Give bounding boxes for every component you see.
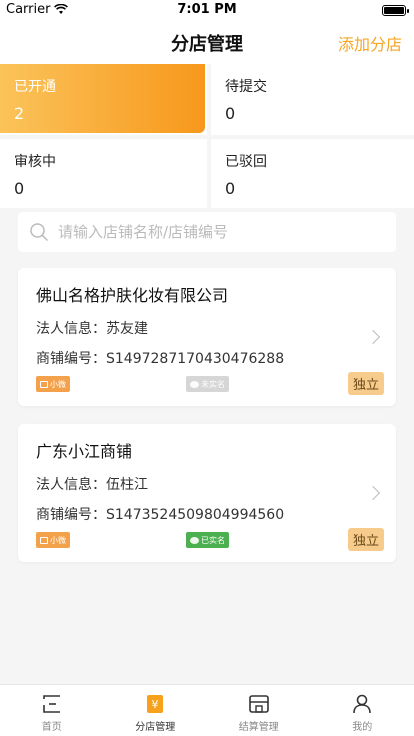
store-card[interactable]: 佛山名格护肤化妆有限公司 法人信息：苏友建 商铺编号：S149728717043… xyxy=(18,268,396,406)
legal-info-row: 法人信息：伍柱江 xyxy=(36,474,378,494)
stat-count: 0 xyxy=(225,179,236,198)
battery-icon xyxy=(382,5,409,16)
merchant-type-tag: 小微 xyxy=(36,532,70,548)
tab-label: 分店管理 xyxy=(135,722,176,733)
tab-label: 首页 xyxy=(41,722,62,733)
stat-label: 待提交 xyxy=(225,79,267,95)
legal-label: 法人信息： xyxy=(36,321,106,337)
stat-count: 0 xyxy=(14,179,25,198)
tab-settlement-management[interactable]: 结算管理 xyxy=(207,685,311,736)
stat-rejected[interactable]: 已驳回 0 xyxy=(207,135,414,208)
legal-label: 法人信息： xyxy=(36,477,106,493)
store-name: 广东小江商铺 xyxy=(36,442,133,461)
tab-home[interactable]: 首页 xyxy=(0,685,104,736)
merchant-type-tag: 小微 xyxy=(36,376,70,392)
branch-store-icon: ¥ xyxy=(147,695,164,713)
store-id-label: 商铺编号： xyxy=(36,351,106,367)
stat-label: 已开通 xyxy=(14,79,56,95)
legal-value: 伍柱江 xyxy=(106,477,148,493)
store-id-row: 商铺编号：S1497287170430476288 xyxy=(36,348,378,368)
search-input[interactable] xyxy=(58,223,396,241)
store-id-label: 商铺编号： xyxy=(36,507,106,523)
tab-label: 结算管理 xyxy=(238,722,279,733)
tab-bar: 首页 ¥ 分店管理 结算管理 我的 xyxy=(0,684,414,736)
store-card[interactable]: 广东小江商铺 法人信息：伍柱江 商铺编号：S147352450980499456… xyxy=(18,424,396,562)
independent-badge: 独立 xyxy=(347,528,384,551)
tab-profile[interactable]: 我的 xyxy=(311,685,414,736)
shop-icon xyxy=(40,536,48,544)
store-name: 佛山名格护肤化妆有限公司 xyxy=(36,286,229,305)
svg-text:¥: ¥ xyxy=(152,698,159,711)
stat-label: 已驳回 xyxy=(225,154,267,170)
profile-icon xyxy=(353,694,372,714)
store-id-value: S1497287170430476288 xyxy=(106,351,285,367)
verification-tag: 未实名 xyxy=(186,376,229,392)
navigation-bar: 分店管理 添加分店 xyxy=(0,20,414,64)
tab-branch-management[interactable]: ¥ 分店管理 xyxy=(104,685,208,736)
stat-count: 0 xyxy=(225,104,236,123)
add-branch-button[interactable]: 添加分店 xyxy=(338,31,402,55)
legal-info-row: 法人信息：苏友建 xyxy=(36,318,378,338)
status-bar: Carrier 7:01 PM xyxy=(0,0,414,20)
search-box[interactable] xyxy=(18,212,396,252)
stat-label: 审核中 xyxy=(14,154,56,170)
wechat-icon xyxy=(190,536,199,544)
clock: 7:01 PM xyxy=(177,2,237,17)
wechat-icon xyxy=(190,380,199,388)
status-summary: 已开通 2 待提交 0 审核中 0 已驳回 0 xyxy=(0,64,414,208)
verification-tag: 已实名 xyxy=(186,532,229,548)
settlement-store-icon xyxy=(248,695,269,713)
tag-row: 小微 已实名 独立 xyxy=(36,528,384,551)
store-list: 佛山名格护肤化妆有限公司 法人信息：苏友建 商铺编号：S149728717043… xyxy=(0,252,414,562)
verification-label: 未实名 xyxy=(201,379,225,389)
shop-icon xyxy=(40,380,48,388)
stat-count: 2 xyxy=(14,104,25,123)
search-icon xyxy=(30,223,48,241)
store-id-row: 商铺编号：S1473524509804994560 xyxy=(36,504,378,524)
tab-label: 我的 xyxy=(352,722,373,733)
tag-row: 小微 未实名 独立 xyxy=(36,372,384,395)
stat-under-review[interactable]: 审核中 0 xyxy=(0,135,207,208)
stat-pending-submit[interactable]: 待提交 0 xyxy=(207,64,414,135)
stat-activated[interactable]: 已开通 2 xyxy=(0,64,205,133)
home-icon xyxy=(42,695,60,713)
merchant-type-label: 小微 xyxy=(50,379,66,389)
verification-label: 已实名 xyxy=(201,535,225,545)
merchant-type-label: 小微 xyxy=(50,535,66,545)
legal-value: 苏友建 xyxy=(106,321,148,337)
independent-badge: 独立 xyxy=(347,372,384,395)
store-id-value: S1473524509804994560 xyxy=(106,507,285,523)
